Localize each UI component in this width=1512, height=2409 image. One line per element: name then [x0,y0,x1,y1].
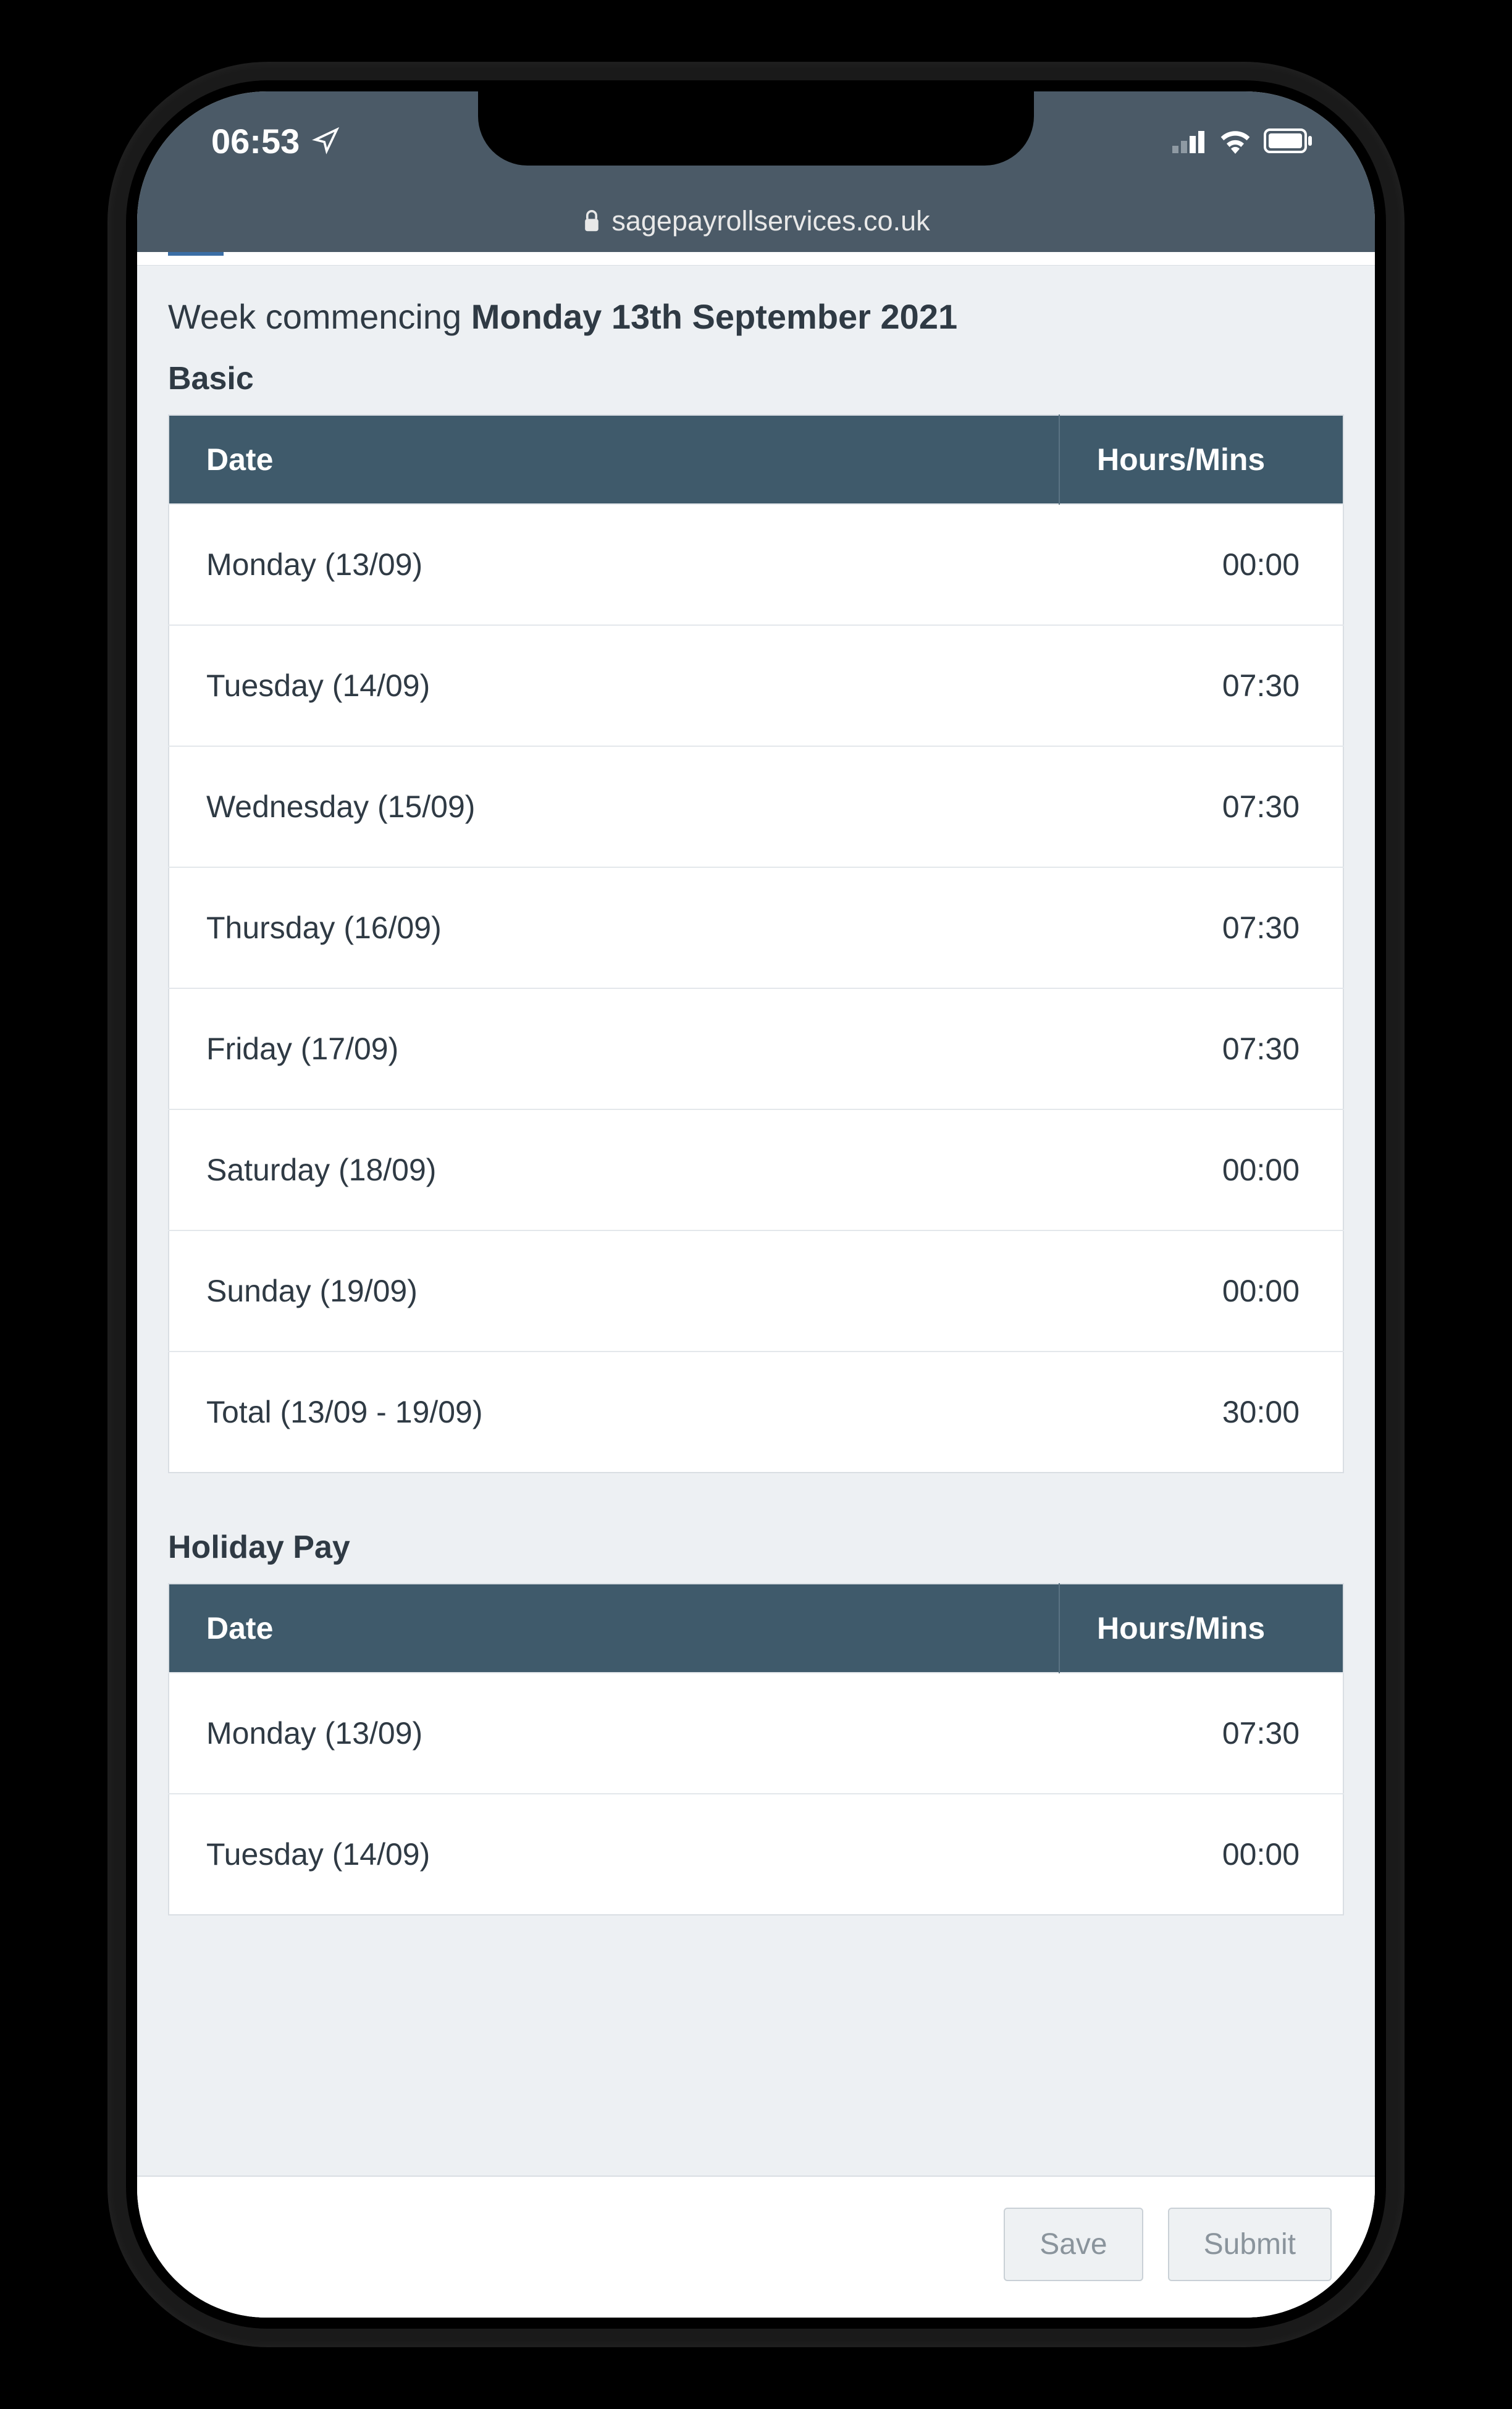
col-hours: Hours/Mins [1059,1584,1343,1673]
table-row[interactable]: Tuesday (14/09)07:30 [169,625,1343,746]
row-value: 07:30 [1059,867,1343,988]
table-row[interactable]: Total (13/09 - 19/09)30:00 [169,1352,1343,1473]
save-button[interactable]: Save [1004,2208,1143,2281]
col-hours: Hours/Mins [1059,415,1343,504]
bottom-toolbar: Save Submit [137,2176,1375,2318]
holiday-table: Date Hours/Mins Monday (13/09)07:30 Tues… [168,1583,1344,1915]
table-row[interactable]: Monday (13/09)00:00 [169,504,1343,625]
table-row[interactable]: Wednesday (15/09)07:30 [169,746,1343,867]
row-value: 07:30 [1059,988,1343,1109]
col-date: Date [169,415,1059,504]
table-row[interactable]: Saturday (18/09)00:00 [169,1109,1343,1230]
row-label: Monday (13/09) [169,504,1059,625]
col-date: Date [169,1584,1059,1673]
table-row[interactable]: Monday (13/09)07:30 [169,1673,1343,1794]
phone-inner: 06:53 [126,80,1386,2329]
phone-frame: 06:53 [107,62,1405,2347]
wifi-icon [1218,127,1253,154]
row-label: Sunday (19/09) [169,1230,1059,1352]
week-date: Monday 13th September 2021 [471,297,957,336]
row-value: 07:30 [1059,746,1343,867]
row-value: 00:00 [1059,1109,1343,1230]
row-label: Total (13/09 - 19/09) [169,1352,1059,1473]
row-value: 00:00 [1059,1794,1343,1915]
row-label: Tuesday (14/09) [169,1794,1059,1915]
week-heading: Week commencing Monday 13th September 20… [168,296,1344,337]
row-label: Thursday (16/09) [169,867,1059,988]
section-title-basic: Basic [168,360,1344,397]
row-label: Wednesday (15/09) [169,746,1059,867]
notch [478,91,1034,166]
row-label: Friday (17/09) [169,988,1059,1109]
table-row[interactable]: Tuesday (14/09)00:00 [169,1794,1343,1915]
row-value: 30:00 [1059,1352,1343,1473]
lock-icon [582,210,602,232]
row-value: 07:30 [1059,1673,1343,1794]
section-title-holiday: Holiday Pay [168,1529,1344,1566]
screen: 06:53 [137,91,1375,2318]
url-bar[interactable]: sagepayrollservices.co.uk [137,190,1375,252]
row-value: 00:00 [1059,504,1343,625]
week-prefix: Week commencing [168,297,471,336]
basic-table: Date Hours/Mins Monday (13/09)00:00 Tues… [168,414,1344,1473]
tab-indicator [137,252,1375,266]
url-text: sagepayrollservices.co.uk [611,205,930,237]
page-content[interactable]: Week commencing Monday 13th September 20… [137,252,1375,2318]
table-row[interactable]: Friday (17/09)07:30 [169,988,1343,1109]
status-time: 06:53 [211,121,300,161]
row-value: 00:00 [1059,1230,1343,1352]
location-icon [312,127,339,154]
table-row[interactable]: Thursday (16/09)07:30 [169,867,1343,988]
table-row[interactable]: Sunday (19/09)00:00 [169,1230,1343,1352]
row-label: Monday (13/09) [169,1673,1059,1794]
submit-button[interactable]: Submit [1168,2208,1332,2281]
row-value: 07:30 [1059,625,1343,746]
row-label: Tuesday (14/09) [169,625,1059,746]
signal-icon [1172,128,1207,153]
row-label: Saturday (18/09) [169,1109,1059,1230]
battery-icon [1264,128,1313,153]
